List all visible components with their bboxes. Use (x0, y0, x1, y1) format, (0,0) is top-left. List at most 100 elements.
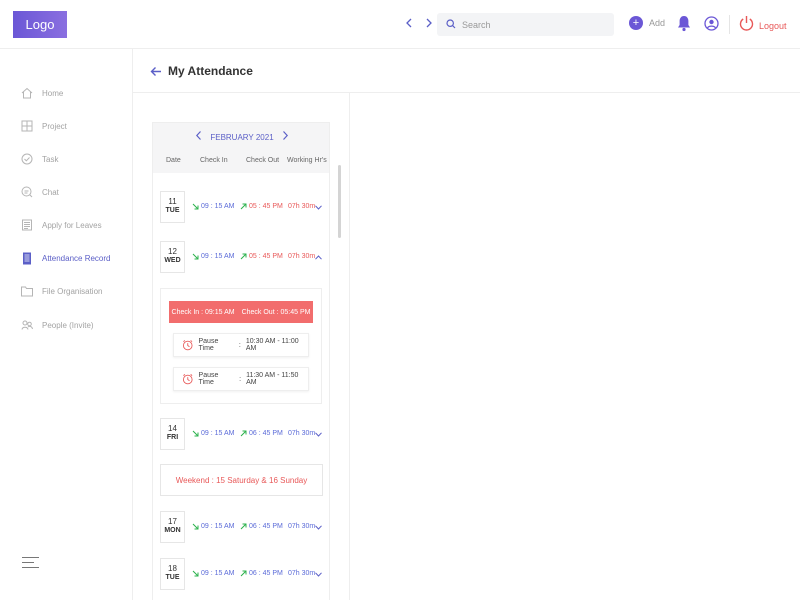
arrow-up-right-icon (240, 253, 247, 260)
weekend-notice: Weekend : 15 Saturday & 16 Sunday (160, 464, 323, 496)
search-input[interactable] (462, 19, 602, 30)
chevron-up-icon[interactable] (315, 253, 322, 262)
arrow-up-right-icon (240, 523, 247, 530)
pause-separator: : (238, 341, 241, 349)
check-in-time: 09 : 15 AM (201, 570, 235, 577)
date-number: 12 (168, 247, 177, 256)
user-icon[interactable] (704, 16, 719, 36)
check-in-time: 09 : 15 AM (201, 523, 235, 530)
check-in-cell: 09 : 15 AM (192, 253, 234, 260)
banner-check-in: Check In : 09:15 AM (171, 308, 235, 316)
chevron-left-icon[interactable] (196, 131, 202, 143)
page-header: My Attendance (133, 49, 800, 93)
pause-label: Pause Time (198, 372, 219, 386)
date-box: 11 TUE (160, 191, 185, 223)
chevron-down-icon[interactable] (315, 570, 322, 579)
logout-button[interactable]: Logout (739, 15, 787, 37)
chevron-down-icon[interactable] (315, 203, 322, 212)
working-hours: 07h 30m (288, 430, 316, 437)
add-label: Add (649, 18, 666, 28)
menu-icon[interactable] (22, 557, 39, 572)
attendance-detail-panel: Check In : 09:15 AM Check Out : 05:45 PM… (160, 288, 322, 404)
check-in-cell: 09 : 15 AM (192, 430, 234, 437)
date-day: TUE (165, 574, 180, 581)
pause-label: Pause Time (198, 338, 219, 352)
sidebar-item-task[interactable]: Task (21, 151, 58, 167)
check-out-time: 05 : 45 PM (249, 203, 283, 210)
date-box: 18 TUE (160, 558, 185, 590)
sidebar-item-file-organisation[interactable]: File Organisation (21, 283, 102, 299)
arrow-up-right-icon (240, 203, 247, 210)
date-day: TUE (165, 207, 180, 214)
nav-arrows (404, 16, 434, 32)
sidebar-item-attendance-record[interactable]: Attendance Record (21, 250, 111, 266)
chevron-down-icon[interactable] (315, 430, 322, 439)
attendance-card-header: FEBRUARY 2021 Date Check In Check Out Wo… (153, 123, 329, 173)
sidebar-item-home[interactable]: Home (21, 85, 63, 101)
arrow-down-right-icon (192, 523, 199, 530)
sidebar-item-label: File Organisation (42, 286, 103, 296)
chevron-left-icon[interactable] (404, 16, 414, 32)
power-icon (739, 15, 754, 37)
back-arrow-icon[interactable] (150, 64, 162, 82)
banner-check-out: Check Out : 05:45 PM (241, 308, 311, 316)
month-label: FEBRUARY 2021 (210, 132, 274, 142)
arrow-up-right-icon (240, 570, 247, 577)
add-button[interactable]: + Add (629, 16, 665, 30)
column-header-check-in: Check In (200, 157, 228, 164)
bell-icon[interactable] (677, 15, 691, 37)
check-in-time: 09 : 15 AM (201, 253, 235, 260)
chevron-right-icon[interactable] (282, 131, 288, 143)
table-row[interactable]: 14 FRI 09 : 15 AM 06 : 45 PM 07h 30m (160, 418, 328, 450)
column-header-working-hours: Working Hr's (287, 157, 327, 164)
pause-range: 11:30 AM - 11:50 AM (246, 372, 299, 386)
home-icon (21, 87, 33, 100)
people-icon (21, 319, 33, 332)
top-bar: Logo + Add Logout (0, 0, 800, 49)
document-icon (21, 252, 33, 265)
sidebar-item-project[interactable]: Project (21, 118, 67, 134)
check-in-time: 09 : 15 AM (201, 203, 235, 210)
check-out-time: 06 : 45 PM (249, 570, 283, 577)
pause-item: Pause Time : 11:30 AM - 11:50 AM (173, 367, 309, 391)
sidebar-item-people-invite[interactable]: People (Invite) (21, 317, 94, 333)
arrow-down-right-icon (192, 430, 199, 437)
chevron-right-icon[interactable] (424, 16, 434, 32)
check-in-cell: 09 : 15 AM (192, 570, 234, 577)
sidebar-item-label: People (Invite) (42, 320, 94, 330)
search-icon (446, 16, 456, 34)
check-in-time: 09 : 15 AM (201, 430, 235, 437)
working-hours: 07h 30m (288, 203, 316, 210)
chevron-down-icon[interactable] (315, 523, 322, 532)
table-row[interactable]: 12 WED 09 : 15 AM 05 : 45 PM 07h 30m (160, 241, 328, 273)
date-number: 14 (168, 424, 177, 433)
table-row[interactable]: 11 TUE 09 : 15 AM 05 : 45 PM 07h 30m (160, 191, 328, 223)
sidebar-item-chat[interactable]: Chat (21, 184, 59, 200)
date-day: MON (164, 527, 181, 534)
check-out-time: 06 : 45 PM (249, 430, 283, 437)
pause-separator: : (239, 375, 242, 383)
panel-divider (349, 93, 350, 600)
sidebar: Home Project Task Chat Apply for Leaves … (0, 49, 133, 600)
date-number: 18 (168, 564, 177, 573)
check-circle-icon (21, 153, 33, 166)
check-out-time: 05 : 45 PM (249, 253, 283, 260)
sidebar-item-label: Project (42, 121, 67, 131)
working-hours: 07h 30m (288, 253, 316, 260)
working-hours: 07h 30m (288, 523, 316, 530)
check-out-cell: 06 : 45 PM (240, 570, 283, 577)
pause-item: Pause Time : 10:30 AM - 11:00 AM (173, 333, 309, 357)
arrow-down-right-icon (192, 253, 199, 260)
date-day: FRI (166, 434, 179, 441)
header-divider (729, 15, 730, 34)
table-row[interactable]: 18 TUE 09 : 15 AM 06 : 45 PM 07h 30m (160, 558, 328, 590)
arrow-down-right-icon (192, 203, 199, 210)
alarm-clock-icon (183, 374, 193, 385)
page-title: My Attendance (168, 64, 253, 78)
scrollbar[interactable] (338, 165, 341, 238)
search-box (437, 13, 614, 36)
logo[interactable]: Logo (13, 11, 67, 38)
table-row[interactable]: 17 MON 09 : 15 AM 06 : 45 PM 07h 30m (160, 511, 328, 543)
check-out-cell: 06 : 45 PM (240, 430, 283, 437)
sidebar-item-apply-for-leaves[interactable]: Apply for Leaves (21, 217, 102, 233)
